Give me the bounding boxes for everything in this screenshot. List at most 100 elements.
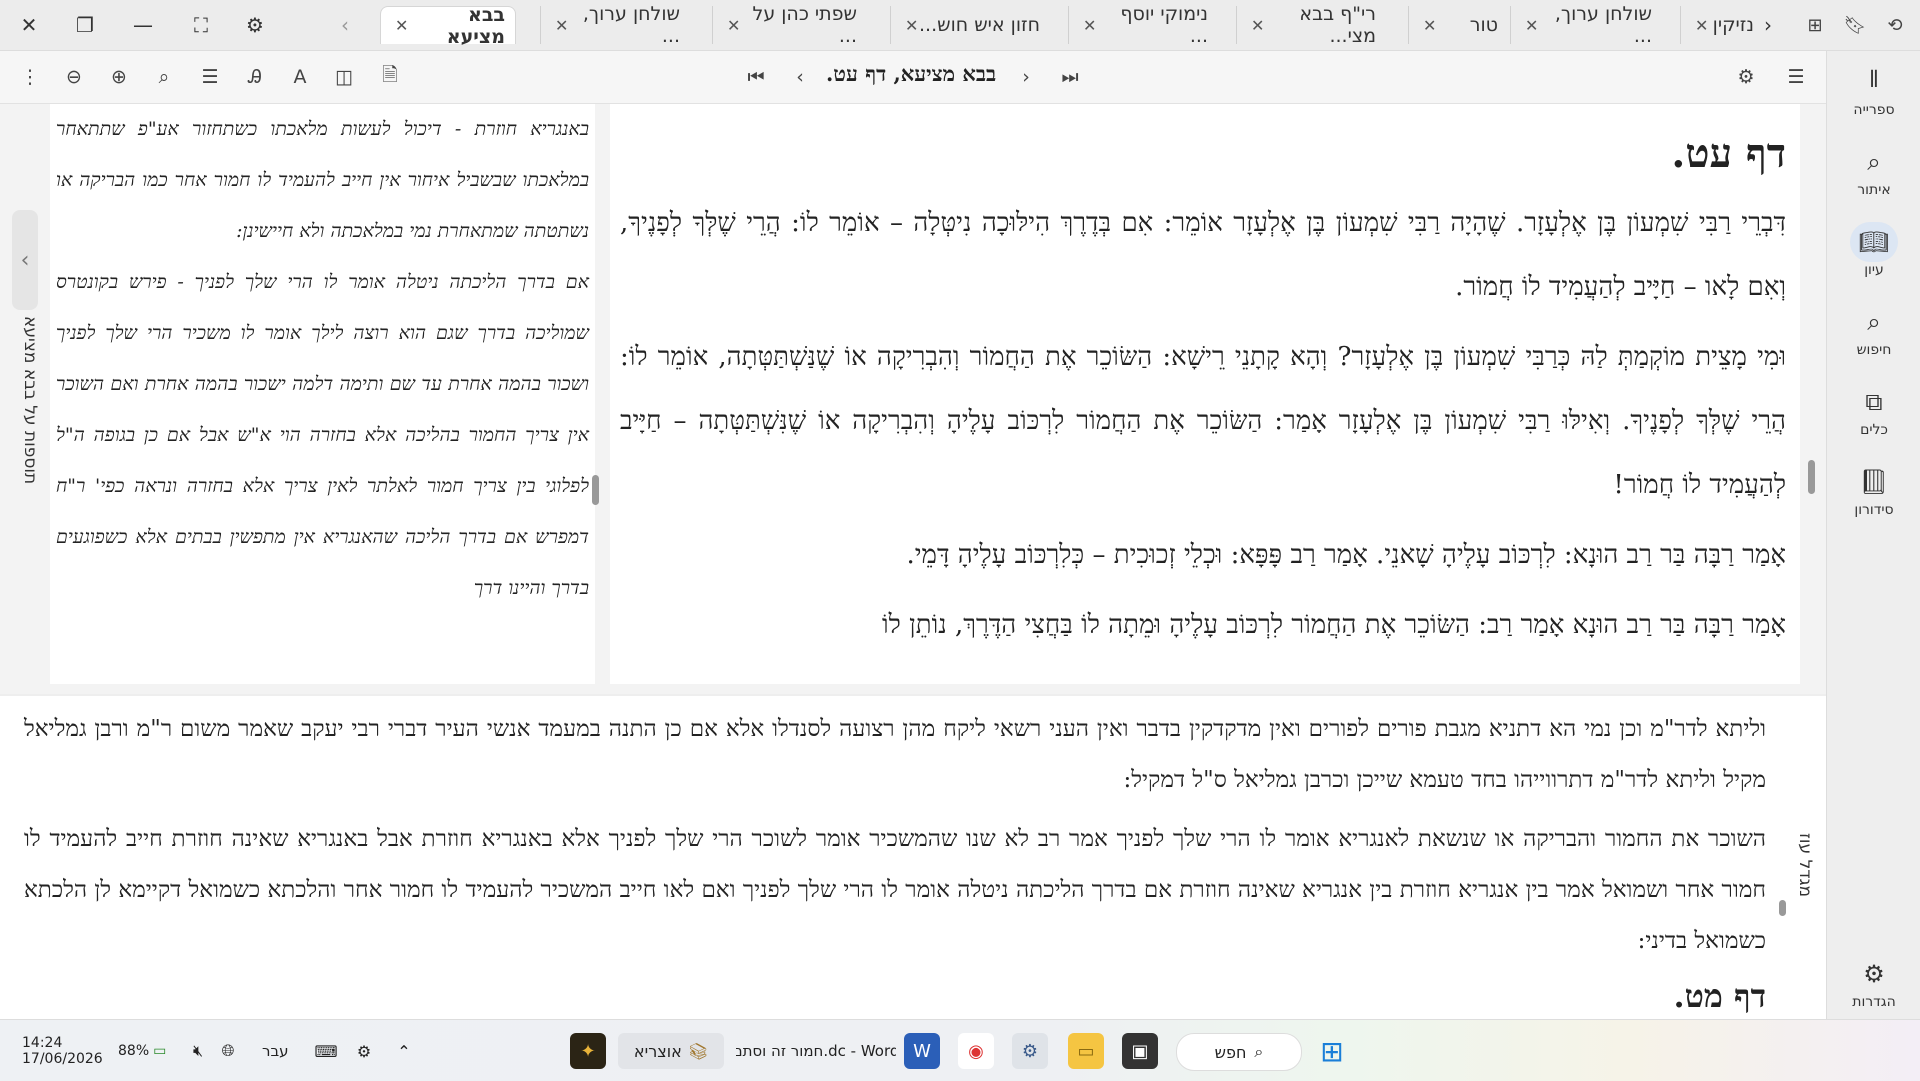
first-page-icon: ⏮ xyxy=(747,66,765,88)
bottom-scrollbar[interactable] xyxy=(1779,900,1786,916)
clock[interactable]: 14:24 17/06/2026 xyxy=(22,1028,103,1074)
zoom-out-button[interactable]: ⊖ xyxy=(60,63,88,91)
battery-indicator[interactable]: 88% ▭ xyxy=(118,1033,166,1069)
navigation-sidebar: 𝍪 ספרייה ⌕ איתור 📖︎ עיון ⌕ חיפוש ⧉ כלים … xyxy=(1826,51,1920,1019)
tab-label: שולחן ערוך, ... xyxy=(582,3,680,47)
close-icon[interactable]: ✕ xyxy=(1247,16,1264,35)
tab-chazon-ish[interactable]: חזון איש חוש... ✕ xyxy=(890,6,1050,44)
hamburger-icon: ☰ xyxy=(1787,66,1805,88)
tab-shulchan-aruch-2[interactable]: שולחן ערוך, ... ✕ xyxy=(1510,3,1662,47)
tab-shulchan-aruch-1[interactable]: שולחן ערוך, ... ✕ xyxy=(540,3,690,47)
gemara-text-pane[interactable]: דף עט. דִּבְרֵי רַבִּי שִׁמְעוֹן בֶּן אֶ… xyxy=(610,104,1800,684)
close-window-button[interactable]: ✕ xyxy=(14,10,44,40)
bottom-commentary-pane[interactable]: וליתא לדר"מ וכן נמי הא דתניא מגבת פורים … xyxy=(0,694,1826,1021)
sidebar-item-tools[interactable]: ⧉ כלים xyxy=(1827,375,1920,445)
previous-page-button[interactable]: ‹ xyxy=(786,63,814,91)
nikud-toggle-button[interactable]: Ꭿ xyxy=(241,63,269,91)
split-view-button[interactable]: ◫ xyxy=(330,63,358,91)
history-button[interactable]: ⟲ xyxy=(1882,12,1908,38)
restore-window-button[interactable]: ❐ xyxy=(70,10,100,40)
start-button[interactable]: ⊞ xyxy=(1314,1033,1350,1069)
page-title: בבא מציעא, דף עט. xyxy=(826,61,997,86)
chevron-right-icon: › xyxy=(1022,66,1030,88)
menu-button[interactable]: ☰ xyxy=(1782,63,1810,91)
sidebar-item-settings[interactable]: ⚙ הגדרות xyxy=(1827,947,1920,1017)
font-style-button[interactable]: A xyxy=(286,63,314,91)
tab-tur[interactable]: טור ✕ xyxy=(1408,6,1508,44)
gear-icon: ⚙ xyxy=(1863,960,1885,988)
close-icon[interactable]: ✕ xyxy=(723,16,740,35)
language-indicator[interactable]: עבר xyxy=(262,1033,289,1069)
commentary-pane[interactable]: באנגריא חוזרת - דיכול לעשות מלאכתו כשתחז… xyxy=(50,104,595,684)
table-of-contents-button[interactable]: ☰ xyxy=(196,63,224,91)
tab-nezikin[interactable]: נזיקין ✕ xyxy=(1680,6,1764,44)
tray-app-button[interactable]: ⚙ xyxy=(350,1033,378,1069)
show-hidden-icons-button[interactable]: ⌃ xyxy=(390,1033,418,1069)
otzaria-icon: 📚︎ xyxy=(687,1041,709,1061)
taskbar-settings[interactable]: ⚙ xyxy=(1012,1033,1048,1069)
sidebar-item-label: כלים xyxy=(1860,422,1888,438)
sidebar-item-label: ספרייה xyxy=(1853,102,1895,118)
volume-button[interactable]: 🔇︎ xyxy=(186,1033,210,1069)
scroll-tabs-right-button[interactable]: › xyxy=(1753,10,1783,40)
sidebar-item-siddur[interactable]: 📕︎ סידורון xyxy=(1827,455,1920,525)
new-tab-button[interactable]: ⊞ xyxy=(1802,12,1828,38)
commentary-paragraph: באנגריא חוזרת - דיכול לעשות מלאכתו כשתחז… xyxy=(56,118,589,242)
fullscreen-button[interactable]: ⛶ xyxy=(186,10,216,40)
bottom-paragraph: וליתא לדר"מ וכן נמי הא דתניא מגבת פורים … xyxy=(24,716,1767,793)
close-icon[interactable]: ✕ xyxy=(901,16,918,35)
more-options-button[interactable]: ⋮ xyxy=(16,63,44,91)
network-button[interactable]: 🌐︎ xyxy=(216,1033,240,1069)
mute-icon: 🔇︎ xyxy=(192,1041,204,1060)
history-icon: ⟲ xyxy=(1887,14,1903,36)
tab-label: נימוקי יוסף ... xyxy=(1120,3,1208,47)
window-settings-button[interactable]: ⚙ xyxy=(240,10,270,40)
taskbar-search[interactable]: ⌕ חפש xyxy=(1176,1033,1302,1071)
first-page-button[interactable]: ⏮ xyxy=(742,63,770,91)
app-icon: ✦ xyxy=(580,1040,596,1062)
tools-icon: ⧉ xyxy=(1865,388,1883,416)
collapse-commentary-button[interactable]: ‹ xyxy=(12,210,38,310)
find-in-text-button[interactable]: ⌕ xyxy=(150,63,178,91)
language-text: עבר xyxy=(262,1042,289,1060)
sidebar-item-search[interactable]: ⌕ חיפוש xyxy=(1827,295,1920,365)
main-text-scrollbar[interactable] xyxy=(1808,460,1815,494)
sidebar-item-library[interactable]: 𝍪 ספרייה xyxy=(1827,55,1920,125)
tab-rif[interactable]: רי"ף בבא מצי... ✕ xyxy=(1236,3,1386,47)
next-page-button[interactable]: › xyxy=(1012,63,1040,91)
close-icon[interactable]: ✕ xyxy=(1691,16,1708,35)
close-icon[interactable]: ✕ xyxy=(551,16,568,35)
taskbar-word-window[interactable]: חמור זה וסתם.dc - Word xyxy=(736,1033,896,1069)
zoom-in-button[interactable]: ⊕ xyxy=(105,63,133,91)
close-icon[interactable]: ✕ xyxy=(1419,16,1436,35)
gear-icon: ⚙ xyxy=(246,13,264,37)
taskbar-chrome[interactable]: ◉ xyxy=(958,1033,994,1069)
bookmark-button[interactable]: 🔖︎ xyxy=(1842,12,1868,38)
close-icon[interactable]: ✕ xyxy=(1521,16,1538,35)
sidebar-item-study[interactable]: 📖︎ עיון xyxy=(1827,215,1920,285)
tab-bava-metzia[interactable]: בבא מציעא ✕ xyxy=(380,4,516,48)
commentary-title: תוספות על בבא מציעא xyxy=(20,315,40,485)
zoom-in-icon: ⊕ xyxy=(111,66,127,88)
scroll-tabs-left-button[interactable]: ‹ xyxy=(330,10,360,40)
taskbar-app-1[interactable]: ✦ xyxy=(570,1033,606,1069)
pdf-icon: 🗎 xyxy=(382,64,398,86)
tab-nimukei-yosef[interactable]: נימוקי יוסף ... ✕ xyxy=(1068,3,1218,47)
minimize-window-button[interactable]: — xyxy=(128,10,158,40)
reader-settings-button[interactable]: ⚙ xyxy=(1732,63,1760,91)
close-icon[interactable]: ✕ xyxy=(1079,16,1096,35)
sidebar-item-locate[interactable]: ⌕ איתור xyxy=(1827,135,1920,205)
taskbar-otzaria[interactable]: 📚︎ אוצריא xyxy=(618,1033,724,1069)
pdf-button[interactable]: 🗎 xyxy=(376,63,404,91)
otzaria-label: אוצריא xyxy=(633,1041,682,1061)
close-icon: ✕ xyxy=(20,13,38,37)
last-page-button[interactable]: ⏭ xyxy=(1056,63,1084,91)
taskbar-task-view[interactable]: ▣ xyxy=(1122,1033,1158,1069)
commentary-scrollbar[interactable] xyxy=(592,475,599,505)
taskbar-file-explorer[interactable]: ▭ xyxy=(1068,1033,1104,1069)
tab-shach[interactable]: שפתי כהן על ... ✕ xyxy=(712,3,867,47)
keyboard-button[interactable]: ⌨ xyxy=(312,1033,340,1069)
taskbar-word[interactable]: W xyxy=(904,1033,940,1069)
time-text: 14:24 xyxy=(22,1035,63,1051)
close-icon[interactable]: ✕ xyxy=(391,16,408,35)
